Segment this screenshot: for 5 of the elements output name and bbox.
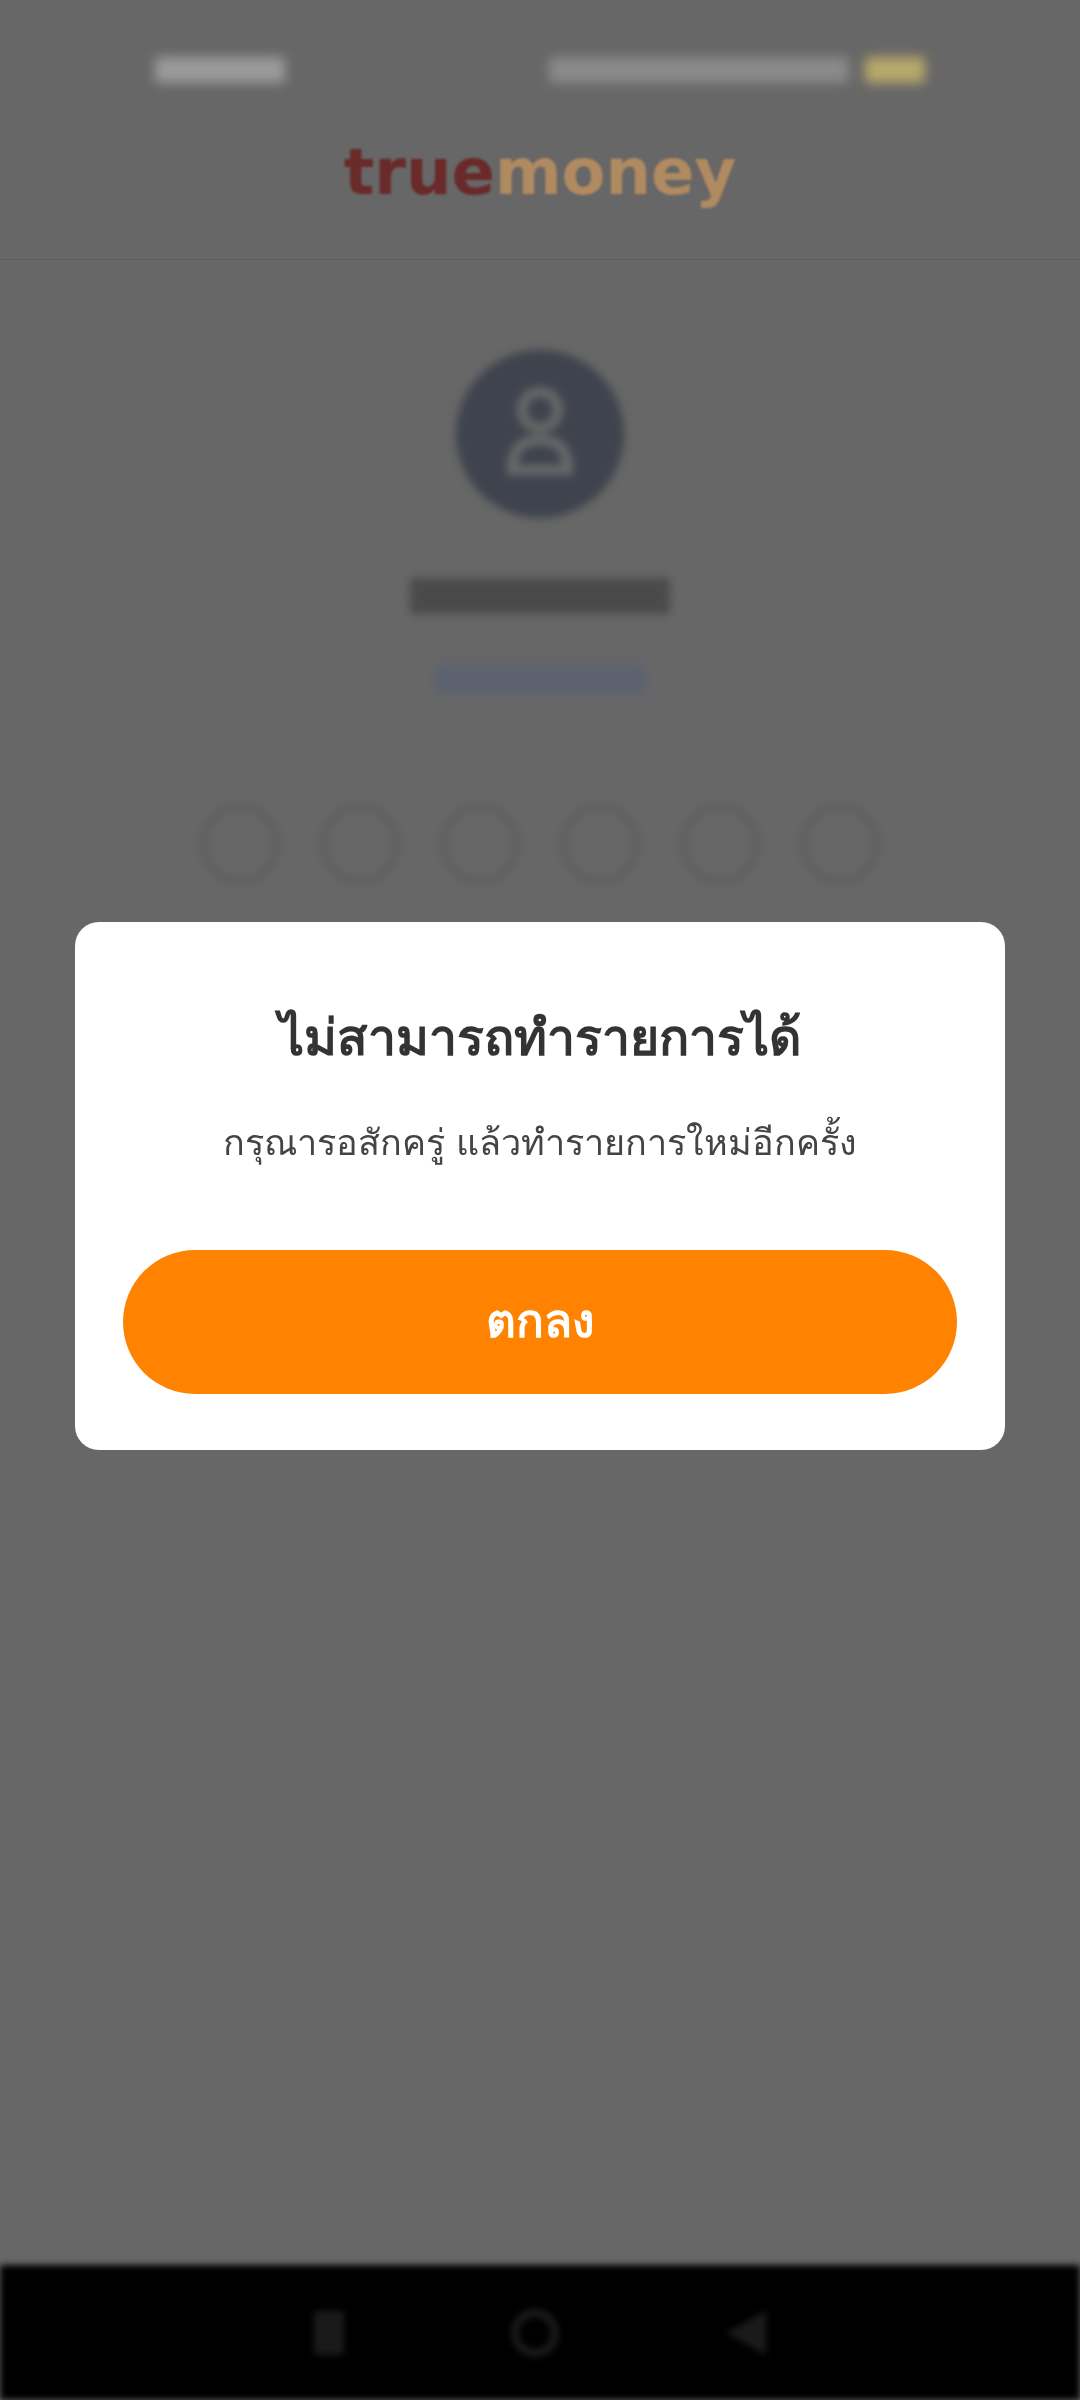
battery-icon bbox=[865, 57, 925, 83]
ok-button[interactable]: ตกลง bbox=[123, 1249, 957, 1394]
recent-apps-icon[interactable] bbox=[313, 2310, 344, 2355]
avatar-icon bbox=[456, 350, 624, 518]
back-icon[interactable] bbox=[726, 2310, 767, 2355]
